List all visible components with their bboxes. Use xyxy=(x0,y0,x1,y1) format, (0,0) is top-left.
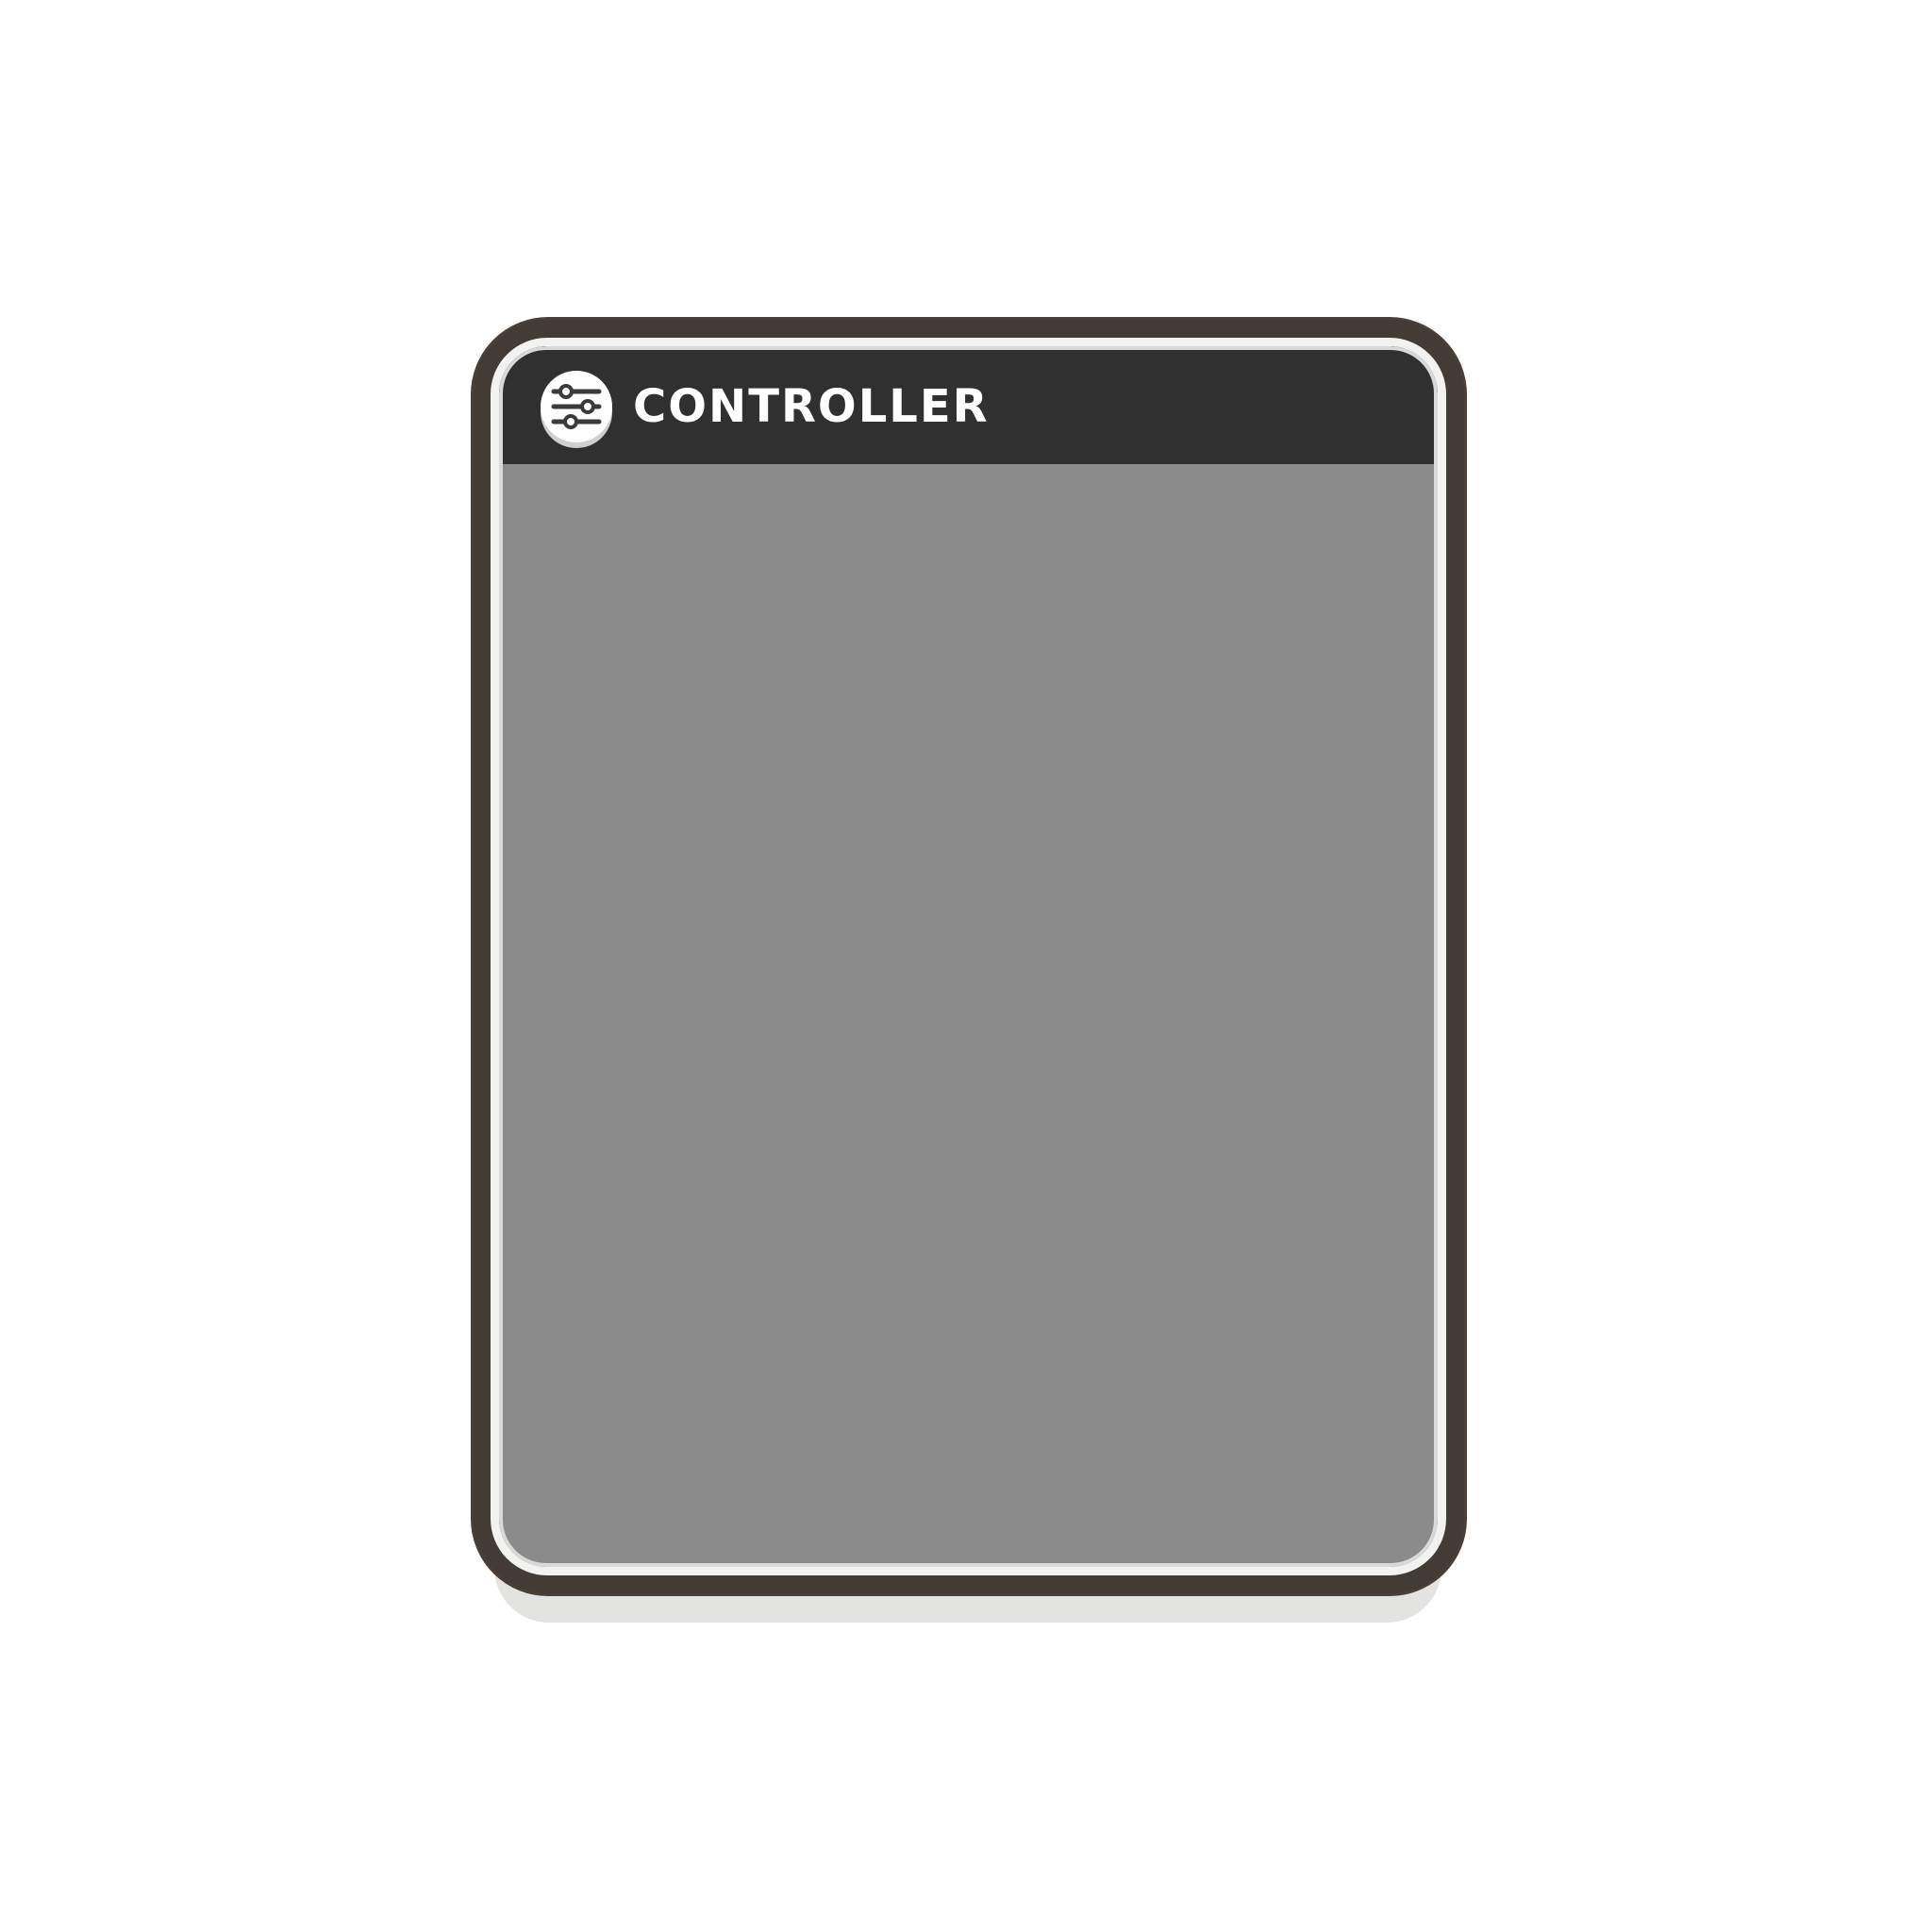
panel-content-area[interactable] xyxy=(499,464,1438,1567)
stage: CONTROLLER xyxy=(0,0,1932,1932)
panel-title: CONTROLLER xyxy=(633,380,990,433)
controller-panel: CONTROLLER xyxy=(491,338,1446,1575)
panel-header: CONTROLLER xyxy=(499,346,1438,464)
sliders-icon xyxy=(541,371,612,442)
